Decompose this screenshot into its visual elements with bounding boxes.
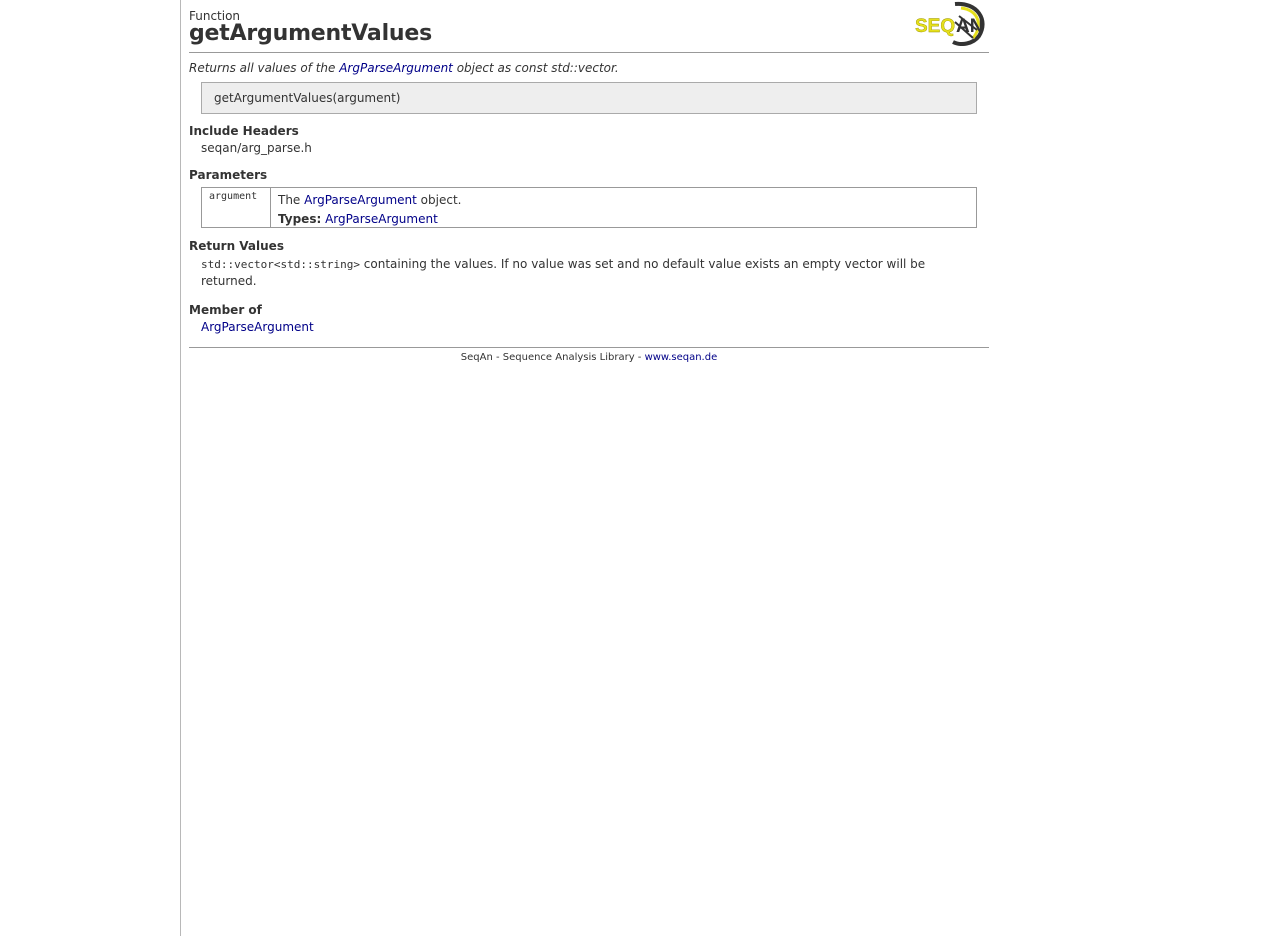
member-of-link[interactable]: ArgParseArgument bbox=[201, 320, 314, 334]
param-desc-prefix: The bbox=[278, 193, 305, 207]
logo-an-text: AN bbox=[956, 16, 983, 37]
summary-suffix: object as const std::vector. bbox=[452, 61, 619, 75]
signature-box: getArgumentValues(argument) bbox=[201, 82, 977, 114]
doc-content: Function getArgumentValues SEQ AN Return… bbox=[189, 0, 989, 363]
return-values-title: Return Values bbox=[189, 239, 284, 253]
footer-link-seqan[interactable]: www.seqan.de bbox=[645, 352, 718, 363]
include-headers-title: Include Headers bbox=[189, 124, 299, 138]
parameters-table: argument The ArgParseArgument object. Ty… bbox=[201, 187, 977, 228]
member-of-body: ArgParseArgument bbox=[201, 320, 314, 334]
summary: Returns all values of the ArgParseArgume… bbox=[189, 61, 619, 75]
param-description: The ArgParseArgument object. Types: ArgP… bbox=[278, 191, 461, 229]
summary-prefix: Returns all values of the bbox=[189, 61, 340, 75]
param-types-link[interactable]: ArgParseArgument bbox=[325, 212, 438, 226]
param-name: argument bbox=[202, 188, 271, 227]
logo-seq-text: SEQ bbox=[915, 16, 955, 37]
seqan-logo: SEQ AN bbox=[915, 1, 985, 46]
param-types-label: Types: bbox=[278, 212, 322, 226]
page-header: Function getArgumentValues SEQ AN bbox=[189, 0, 989, 53]
return-type-code: std::vector<std::string> bbox=[201, 258, 360, 271]
return-values-body: std::vector<std::string> containing the … bbox=[201, 256, 961, 289]
include-header-item: seqan/arg_parse.h bbox=[201, 141, 312, 155]
footer: SeqAn - Sequence Analysis Library - www.… bbox=[189, 352, 989, 363]
page-title: getArgumentValues bbox=[189, 21, 432, 46]
parameters-title: Parameters bbox=[189, 168, 268, 182]
param-desc-suffix: object. bbox=[416, 193, 462, 207]
member-of-title: Member of bbox=[189, 303, 262, 317]
footer-text: SeqAn - Sequence Analysis Library - bbox=[460, 352, 645, 363]
footer-divider bbox=[189, 347, 989, 348]
left-border bbox=[180, 0, 181, 936]
summary-link-argparseargument[interactable]: ArgParseArgument bbox=[339, 61, 453, 75]
param-desc-link[interactable]: ArgParseArgument bbox=[304, 193, 417, 207]
